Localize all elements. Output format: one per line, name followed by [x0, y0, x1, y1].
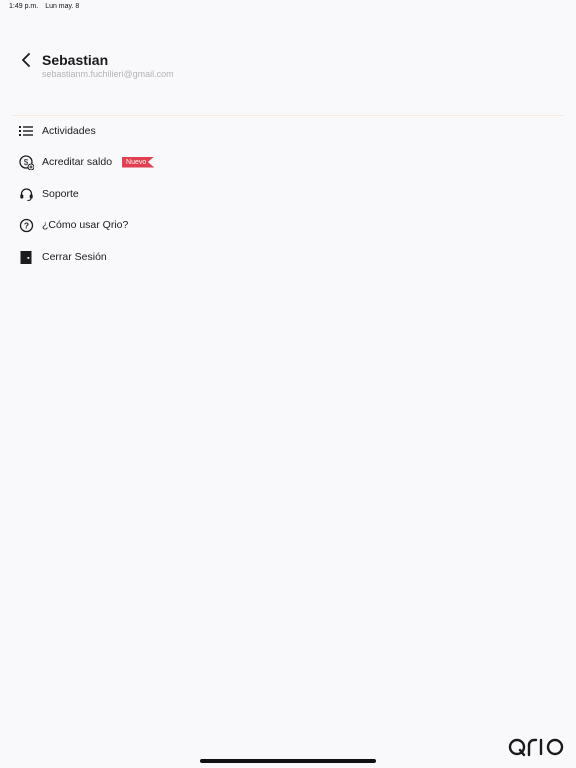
new-badge: Nuevo — [122, 156, 155, 168]
menu-item-soporte[interactable]: Soporte — [18, 182, 79, 206]
menu-label: Actividades — [42, 125, 96, 137]
menu-item-cerrar-sesion[interactable]: Cerrar Sesión — [18, 245, 107, 269]
chevron-left-icon — [22, 53, 30, 67]
qrio-logo-icon — [508, 738, 564, 757]
dollar-plus-icon: $ — [18, 154, 34, 170]
list-icon — [18, 123, 34, 139]
menu-label: Soporte — [42, 188, 79, 200]
home-indicator[interactable] — [200, 759, 376, 763]
user-email: sebastianm.fuchilieri@gmail.com — [42, 69, 174, 79]
logout-door-icon — [18, 249, 34, 265]
user-name: Sebastian — [42, 52, 109, 68]
menu-label: ¿Cómo usar Qrio? — [42, 219, 129, 231]
status-bar: 1:49 p.m. Lun may. 8 — [9, 3, 79, 10]
header-divider — [12, 115, 564, 116]
status-time: 1:49 p.m. — [9, 3, 39, 10]
status-date: Lun may. 8 — [45, 3, 80, 10]
svg-text:?: ? — [23, 220, 28, 230]
menu-item-acreditar-saldo[interactable]: $ Acreditar saldo Nuevo — [18, 150, 155, 174]
headset-icon — [18, 186, 34, 202]
menu-label: Cerrar Sesión — [42, 251, 107, 263]
menu-item-actividades[interactable]: Actividades — [18, 119, 96, 143]
back-button[interactable] — [18, 51, 34, 69]
menu-item-como-usar-qrio[interactable]: ? ¿Cómo usar Qrio? — [18, 213, 128, 237]
help-circle-icon: ? — [18, 217, 34, 233]
menu-label: Acreditar saldo — [42, 156, 113, 168]
